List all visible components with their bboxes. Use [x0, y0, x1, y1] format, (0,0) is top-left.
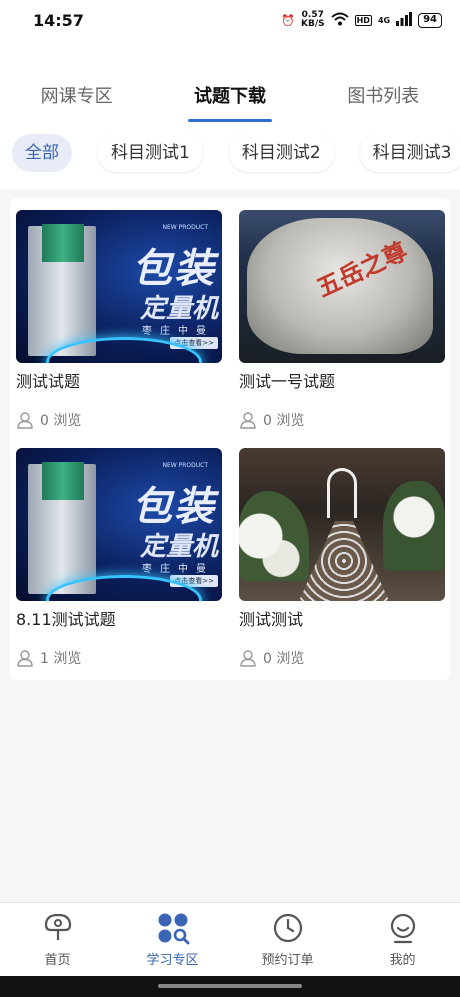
top-tabs: 网课专区 试题下载 图书列表	[0, 78, 460, 122]
exam-card[interactable]: 五岳之尊 测试一号试题 0 浏览	[239, 210, 447, 430]
view-count: 0 浏览	[16, 410, 224, 430]
status-time: 14:57	[33, 10, 84, 30]
tab-exam-download[interactable]: 试题下载	[187, 78, 272, 122]
battery-indicator: 94	[418, 12, 442, 28]
view-count: 0 浏览	[239, 648, 447, 668]
user-icon	[240, 412, 256, 429]
chip-subject-2[interactable]: 科目测试2	[228, 134, 334, 172]
view-count: 1 浏览	[16, 648, 224, 668]
chip-all[interactable]: 全部	[12, 134, 72, 172]
user-icon	[240, 650, 256, 667]
signal-4g-label: 4G	[377, 15, 391, 25]
view-count: 0 浏览	[239, 410, 447, 430]
exam-card[interactable]: NEW PRODUCT 包装 定量机 枣庄中曼 点击查看>> 8.11测试试题 …	[16, 448, 224, 668]
nav-study[interactable]: 学习专区	[128, 911, 218, 968]
study-icon	[158, 913, 189, 945]
nav-profile[interactable]: 我的	[358, 911, 448, 968]
alarm-icon: ⏰	[281, 13, 295, 27]
status-bar: 14:57 ⏰ 0.57 KB/S HD 4G 94	[0, 0, 460, 40]
category-chips: 全部 科目测试1 科目测试2 科目测试3	[12, 134, 460, 174]
home-icon	[44, 913, 71, 940]
exam-card[interactable]: 测试测试 0 浏览	[239, 448, 447, 668]
chip-subject-3[interactable]: 科目测试3	[359, 134, 460, 172]
user-icon	[17, 412, 33, 429]
nav-home[interactable]: 首页	[13, 911, 103, 968]
home-indicator[interactable]	[158, 984, 302, 988]
nav-orders[interactable]: 预约订单	[243, 911, 333, 968]
tab-book-list[interactable]: 图书列表	[341, 78, 425, 112]
bottom-nav: 首页 学习专区 预约订单 我的	[0, 902, 460, 976]
exam-card[interactable]: NEW PRODUCT 包装 定量机 枣庄中曼 点击查看>> 测试试题 0 浏览	[16, 210, 224, 430]
exam-title: 测试一号试题	[239, 372, 336, 391]
exam-thumbnail: NEW PRODUCT 包装 定量机 枣庄中曼 点击查看>>	[16, 448, 222, 601]
exam-list-panel: NEW PRODUCT 包装 定量机 枣庄中曼 点击查看>> 测试试题 0 浏览…	[10, 198, 450, 680]
exam-thumbnail	[239, 448, 445, 601]
chip-subject-1[interactable]: 科目测试1	[98, 134, 203, 172]
net-speed: 0.57 KB/S	[300, 10, 325, 29]
hd-icon: HD	[354, 14, 372, 26]
tab-online-courses[interactable]: 网课专区	[35, 78, 119, 112]
status-icons: ⏰ 0.57 KB/S HD 4G 94	[281, 11, 442, 29]
exam-title: 测试试题	[16, 372, 81, 391]
nav-profile-label: 我的	[389, 953, 416, 968]
user-icon	[17, 650, 33, 667]
exam-thumbnail: NEW PRODUCT 包装 定量机 枣庄中曼 点击查看>>	[16, 210, 222, 363]
profile-icon	[390, 913, 415, 944]
wifi-icon	[330, 12, 349, 29]
exam-title: 8.11测试试题	[16, 610, 116, 629]
exam-thumbnail: 五岳之尊	[239, 210, 445, 363]
nav-orders-label: 预约订单	[261, 953, 314, 968]
exam-title: 测试测试	[239, 610, 304, 629]
nav-study-label: 学习专区	[146, 953, 199, 968]
signal-icon	[396, 11, 413, 29]
clock-icon	[273, 913, 302, 943]
nav-home-label: 首页	[44, 953, 71, 968]
system-home-bar	[0, 976, 460, 997]
